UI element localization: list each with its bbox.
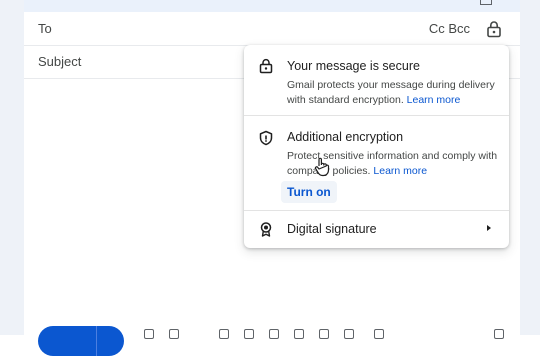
hand-pointer-icon [314,157,330,177]
certificate-icon [260,222,272,237]
additional-encryption-title: Additional encryption [287,130,404,144]
confidential-icon[interactable] [319,329,329,339]
compose-title-bar [24,0,520,12]
additional-learn-more-link[interactable]: Learn more [373,165,427,177]
shield-icon [259,130,273,146]
send-options-divider [96,326,97,356]
secure-learn-more-link[interactable]: Learn more [407,94,461,106]
digital-signature-title: Digital signature [287,222,377,236]
digital-signature-row[interactable]: Digital signature [244,211,509,247]
background-left [0,0,24,335]
cc-bcc-link[interactable]: Cc Bcc [429,21,470,36]
more-options-icon[interactable] [374,329,384,339]
emoji-icon[interactable] [244,329,254,339]
chevron-right-icon [487,225,491,231]
background-right [520,0,540,335]
formatting-icon[interactable] [144,329,154,339]
secure-message-section: Your message is secure Gmail protects yo… [244,45,509,116]
turn-on-button[interactable]: Turn on [281,181,337,203]
minimize-icon[interactable] [480,0,492,5]
secure-description-text: Gmail protects your message during deliv… [287,79,495,106]
attach-icon[interactable] [169,329,179,339]
link-icon[interactable] [219,329,229,339]
lock-icon [259,58,273,74]
lock-icon[interactable] [486,20,502,38]
subject-label: Subject [38,54,82,69]
to-field[interactable]: To Cc Bcc [24,12,520,46]
secure-title: Your message is secure [287,59,420,73]
drive-icon[interactable] [269,329,279,339]
photo-icon[interactable] [294,329,304,339]
compose-toolbar [24,320,520,356]
send-button[interactable] [38,326,124,356]
delete-icon[interactable] [494,329,504,339]
secure-description: Gmail protects your message during deliv… [287,78,499,108]
encryption-popup: Your message is secure Gmail protects yo… [244,45,509,248]
signature-icon[interactable] [344,329,354,339]
additional-encryption-section: Additional encryption Protect sensitive … [244,116,509,211]
to-label: To [38,21,52,36]
